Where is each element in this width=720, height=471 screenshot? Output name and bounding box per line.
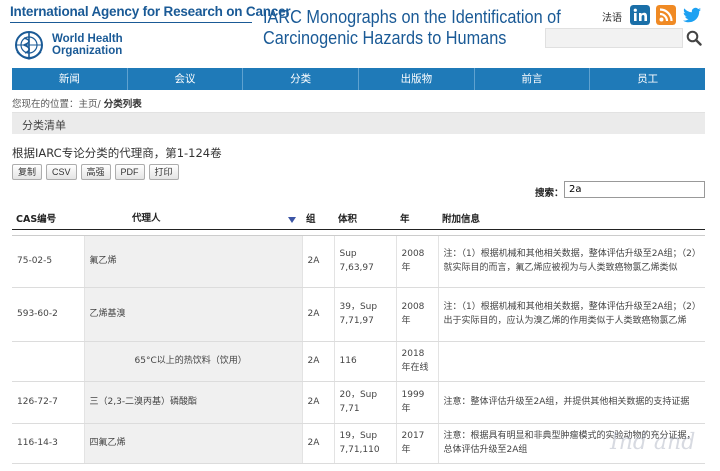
nav-item-news[interactable]: 新闻 [12,68,128,90]
search-input[interactable] [545,28,683,48]
cell-year: 1999 年 [395,381,438,424]
print-button[interactable]: 打印 [148,164,179,180]
sort-desc-icon [284,214,296,225]
breadcrumb-current: 分类列表 [103,99,142,110]
col-header-year[interactable]: 年 [396,207,438,230]
col-header-info[interactable]: 附加信息 [438,207,705,230]
main-nav: 新闻 会议 分类 出版物 前言 员工 [12,68,705,90]
cell-year: 2008 年 [395,235,438,288]
iarc-name[interactable]: International Agency for Research on Can… [10,4,291,19]
rss-icon[interactable] [656,5,676,25]
cell-info: 注意：整体评估升级至2A组，并提供其他相关数据的支持证据 [437,381,705,424]
cell-cas: 593-60-2 [12,287,84,342]
cell-info: 注：（1）根据机械和其他相关数据，整体评估升级至2A组；（2）出于实际目的，应认… [437,287,705,342]
table-row[interactable]: 75-02-5 氟乙烯 2A Sup 7,63,97 2008 年 注：（1）根据机… [12,235,705,288]
table-row[interactable]: 126-72-7 三（2,3-二溴丙基）磷酸酯 2A 20，Sup 7,71 19… [12,381,705,424]
cell-volume: 39，Sup 7,71,97 [333,287,396,342]
cell-year: 2018 年在线 [395,341,438,382]
monographs-title[interactable]: IARC Monographs on the Identification of… [263,6,561,48]
nav-item-meetings[interactable]: 会议 [128,68,244,90]
watermark: Ind and [610,430,696,455]
who-text: World Health Organization [52,33,123,57]
table-row[interactable]: 116-14-3 四氟乙烯 2A 19，Sup 7,71,110 2017 年 注意… [12,423,705,464]
nav-item-publications[interactable]: 出版物 [359,68,475,90]
cell-volume: 20，Sup 7,71 [333,381,396,424]
cell-agent: 乙烯基溴 [83,287,302,342]
header-divider [10,22,252,23]
table-header-row: CAS编号 代理人 组 体积 年 附加信息 [12,207,705,230]
col-header-agent[interactable]: 代理人 [84,207,302,230]
nav-item-classifications[interactable]: 分类 [243,68,360,90]
col-header-cas[interactable]: CAS编号 [12,207,84,230]
cell-info: 注：（1）根据机械和其他相关数据，整体评估升级至2A组；（2）就实际目的而言，氟… [437,235,705,288]
cell-agent: 三（2,3-二溴丙基）磷酸酯 [83,381,302,424]
col-header-volume[interactable]: 体积 [334,207,396,230]
who-emblem-icon [15,31,43,60]
cell-group: 2A [301,287,334,342]
cell-info [437,341,705,382]
section-header: 分类清单 [12,112,705,134]
search-icon[interactable] [686,30,702,46]
who-logo[interactable]: World Health Organization [12,28,123,62]
cell-agent: 氟乙烯 [83,235,302,288]
cell-volume: Sup 7,63,97 [333,235,396,288]
breadcrumb-prefix: 您现在的位置： [12,99,79,110]
breadcrumb: 您现在的位置：主页/ 分类列表 [12,96,142,110]
cell-cas: 75-02-5 [12,235,84,288]
language-link[interactable]: 法语 [602,9,622,24]
cell-cas [12,341,84,382]
classification-table: CAS编号 代理人 组 体积 年 附加信息 75-02-5 氟乙烯 2A Sup… [12,207,705,464]
cell-volume: 19，Sup 7,71,110 [333,423,396,464]
copy-button[interactable]: 复制 [12,164,43,180]
cell-group: 2A [301,381,334,424]
excel-button[interactable]: 高强 [80,164,111,180]
cell-agent: 65°C以上的热饮料（饮用） [83,341,302,382]
twitter-icon[interactable] [682,5,702,25]
nav-item-staff[interactable]: 员工 [590,68,705,90]
page-subtitle: 根据IARC专论分类的代理商，第1-124卷 [12,146,222,160]
col-header-group[interactable]: 组 [302,207,334,230]
csv-button[interactable]: CSV [46,164,77,180]
cell-year: 2008 年 [395,287,438,342]
cell-group: 2A [301,423,334,464]
linkedin-icon[interactable] [630,5,650,25]
cell-cas: 116-14-3 [12,423,84,464]
cell-year: 2017 年 [395,423,438,464]
cell-group: 2A [301,341,334,382]
cell-volume: 116 [333,341,396,382]
breadcrumb-home-link[interactable]: 主页/ [79,99,101,110]
nav-item-preamble[interactable]: 前言 [475,68,591,90]
table-row[interactable]: 65°C以上的热饮料（饮用） 2A 116 2018 年在线 [12,341,705,382]
cell-cas: 126-72-7 [12,381,84,424]
export-toolbar: 复制 CSV 高强 PDF 打印 [12,164,179,180]
table-search-input[interactable] [564,181,705,198]
filter-label: 搜索： [535,188,564,199]
pdf-button[interactable]: PDF [114,164,145,180]
table-row[interactable]: 593-60-2 乙烯基溴 2A 39，Sup 7,71,97 2008 年 注：（… [12,287,705,342]
site-header: International Agency for Research on Can… [0,0,720,68]
section-title: 分类清单 [22,119,66,132]
cell-group: 2A [301,235,334,288]
cell-agent: 四氟乙烯 [83,423,302,464]
